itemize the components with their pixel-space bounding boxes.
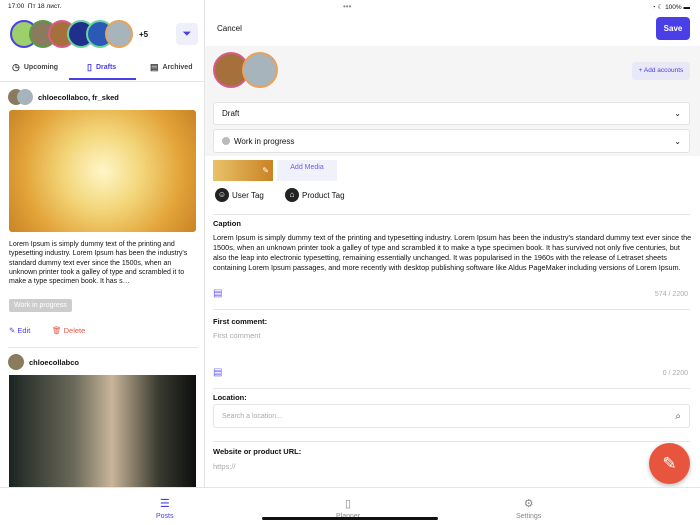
pencil-icon: ✎	[9, 326, 16, 335]
clock-icon: ◷	[12, 62, 20, 72]
location-label: Location:	[213, 393, 247, 402]
select-value: Work in progress	[222, 136, 294, 146]
battery-status: ◔ ☾ 100% ▬	[651, 4, 690, 11]
avatar	[8, 354, 24, 370]
user-tag-label: User Tag	[232, 190, 264, 200]
tab-label: Drafts	[95, 64, 117, 71]
divider	[213, 309, 690, 310]
tag-icon: ⌂	[285, 188, 299, 202]
divider	[8, 347, 198, 348]
chevron-down-icon: ⌄	[674, 136, 681, 146]
url-input[interactable]: https://	[213, 462, 236, 471]
caption-input[interactable]: Lorem Ipsum is simply dummy text of the …	[213, 233, 695, 273]
tab-archived[interactable]: ▤ Archived	[150, 62, 192, 73]
compose-fab[interactable]: ✎	[649, 443, 690, 484]
nav-settings[interactable]: ⚙ Settings	[516, 497, 541, 520]
media-thumbnail[interactable]: ✎	[213, 160, 273, 181]
edit-icon: ✎	[262, 166, 269, 175]
save-button[interactable]: Save	[656, 17, 690, 40]
posts-icon: ☰	[159, 498, 170, 510]
gear-icon: ⚙	[523, 498, 534, 510]
comment-template-icon[interactable]: ▤	[213, 288, 222, 299]
pen-sparkle-icon: ✎	[662, 454, 677, 473]
delete-label: Delete	[63, 326, 86, 335]
location-input[interactable]: Search a location... ⌕	[213, 404, 690, 428]
user-tag-button[interactable]: ☺ User Tag	[215, 188, 264, 202]
tab-label: Archived	[162, 64, 193, 71]
more-accounts-count[interactable]: +5	[139, 30, 148, 39]
more-dots-icon: •••	[343, 2, 352, 11]
caption-char-count: 574 / 2200	[654, 291, 688, 298]
search-icon: ⌕	[675, 410, 681, 422]
status-select[interactable]: Work in progress ⌄	[213, 129, 690, 153]
add-media-button[interactable]: Add Media	[277, 160, 337, 181]
post-image[interactable]	[9, 375, 196, 487]
tab-upcoming[interactable]: ◷ Upcoming	[12, 62, 58, 73]
product-tag-button[interactable]: ⌂ Product Tag	[285, 188, 345, 202]
filter-button[interactable]: ⏷	[176, 23, 198, 45]
home-indicator	[262, 517, 438, 520]
select-value: Draft	[222, 109, 240, 118]
edit-label: Edit	[17, 326, 31, 335]
draft-select[interactable]: Draft ⌄	[213, 102, 690, 125]
selected-account-avatar[interactable]	[242, 52, 278, 88]
divider	[213, 214, 690, 215]
user-icon: ☺	[215, 188, 229, 202]
chevron-down-icon: ⌄	[674, 109, 681, 118]
document-icon: ▯	[87, 62, 92, 72]
location-placeholder: Search a location...	[222, 412, 282, 420]
avatar[interactable]	[105, 20, 133, 48]
filter-icon: ⏷	[182, 28, 192, 40]
caption-label: Caption	[213, 219, 241, 228]
phone-icon: ▯	[345, 498, 352, 510]
nav-label: Posts	[156, 513, 174, 520]
nav-posts[interactable]: ☰ Posts	[156, 497, 174, 520]
post-accounts: chloecollabco	[29, 358, 80, 367]
avatar	[17, 89, 33, 105]
status-badge: Work in progress	[9, 299, 72, 312]
trash-icon: 🗑	[52, 326, 62, 335]
divider	[213, 388, 690, 389]
divider	[0, 487, 700, 488]
status-time-date: 17:00 Пт 18 лист.	[8, 3, 62, 10]
add-accounts-button[interactable]: + Add accounts	[632, 62, 690, 80]
archive-icon: ▤	[150, 62, 159, 72]
first-comment-label: First comment:	[213, 317, 268, 326]
tab-drafts[interactable]: ▯ Drafts	[87, 62, 116, 73]
cancel-button[interactable]: Cancel	[217, 24, 242, 33]
posts-panel: 17:00 Пт 18 лист. +5 ⏷ ◷ Upcoming ▯ Drafts…	[0, 0, 205, 487]
tab-label: Upcoming	[23, 64, 59, 71]
comment-char-count: 0 / 2200	[662, 370, 688, 377]
product-tag-label: Product Tag	[302, 190, 345, 200]
post-image[interactable]	[9, 110, 196, 232]
divider	[0, 81, 204, 82]
delete-button[interactable]: 🗑 Delete	[52, 326, 85, 335]
nav-label: Settings	[516, 513, 542, 520]
divider	[213, 441, 690, 442]
post-text: Lorem Ipsum is simply dummy text of the …	[9, 241, 188, 286]
edit-button[interactable]: ✎ Edit	[9, 326, 30, 335]
status-dot-icon	[222, 136, 230, 145]
post-editor: ••• ◔ ☾ 100% ▬ Cancel Save + Add account…	[205, 0, 700, 487]
url-label: Website or product URL:	[213, 447, 302, 456]
comment-template-icon[interactable]: ▤	[213, 367, 222, 378]
active-tab-indicator	[69, 78, 136, 80]
first-comment-input[interactable]: First comment	[213, 331, 261, 340]
post-accounts: chloecollabco, fr_sked	[38, 93, 119, 102]
